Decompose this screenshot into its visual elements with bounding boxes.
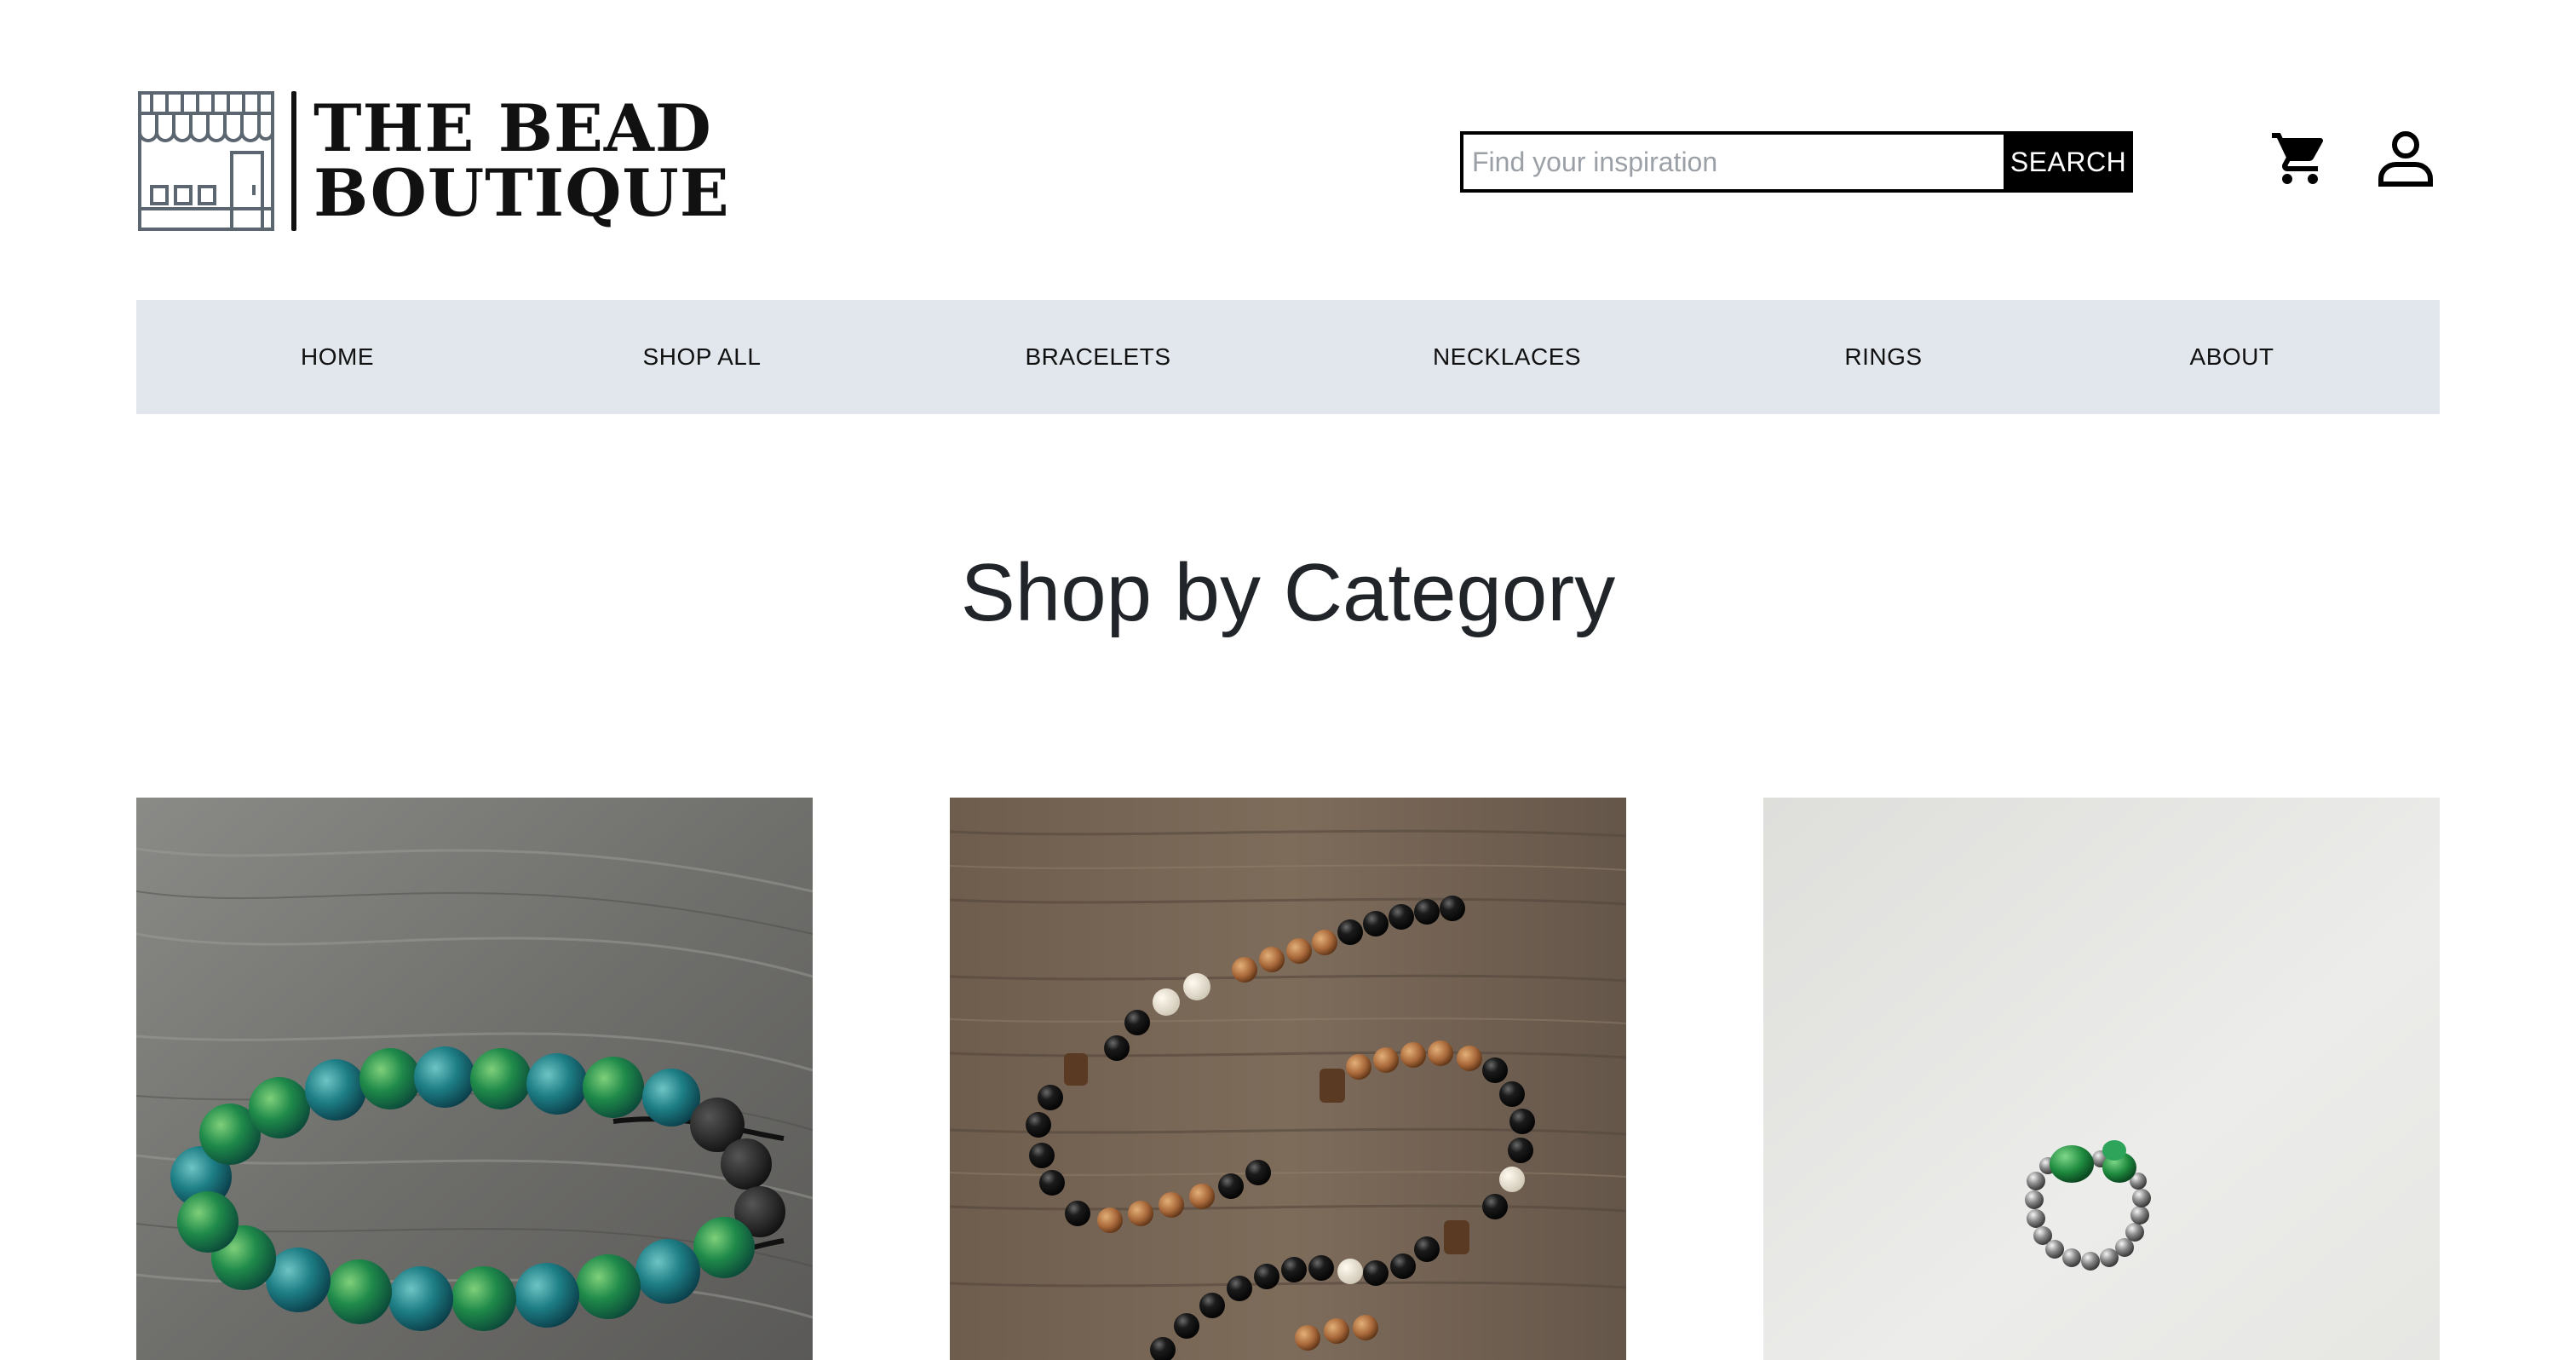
ring-image (1763, 798, 2440, 1360)
necklace-image (950, 798, 1626, 1360)
bracelet-image (136, 798, 813, 1360)
shopping-cart-icon (2272, 133, 2324, 184)
search-form: SEARCH (1460, 131, 2133, 193)
account-button[interactable] (2370, 119, 2441, 198)
nav-item-bracelets[interactable]: BRACELETS (1026, 300, 1171, 414)
category-card-rings[interactable] (1763, 798, 2440, 1360)
storefront-icon (138, 91, 274, 231)
nav-item-rings[interactable]: RINGS (1844, 300, 1922, 414)
brand-name: THE BEAD BOUTIQUE (313, 96, 730, 226)
main-nav: HOME SHOP ALL BRACELETS NECKLACES RINGS … (136, 300, 2440, 414)
page-title: Shop by Category (960, 547, 1616, 638)
user-account-icon (2378, 131, 2433, 187)
brand-name-line-2: BOUTIQUE (313, 155, 730, 231)
category-card-necklaces[interactable] (950, 798, 1626, 1360)
cart-button[interactable] (2264, 119, 2336, 198)
brand-name-line-1: THE BEAD (313, 90, 712, 166)
brand-logo[interactable]: THE BEAD BOUTIQUE (136, 89, 730, 233)
nav-item-about[interactable]: ABOUT (2190, 300, 2274, 414)
search-input[interactable] (1460, 131, 2004, 193)
nav-item-shop-all[interactable]: SHOP ALL (643, 300, 762, 414)
logo-divider (291, 91, 296, 231)
search-button[interactable]: SEARCH (2004, 131, 2133, 193)
category-card-bracelets[interactable] (136, 798, 813, 1360)
nav-item-home[interactable]: HOME (301, 300, 374, 414)
nav-item-necklaces[interactable]: NECKLACES (1433, 300, 1581, 414)
